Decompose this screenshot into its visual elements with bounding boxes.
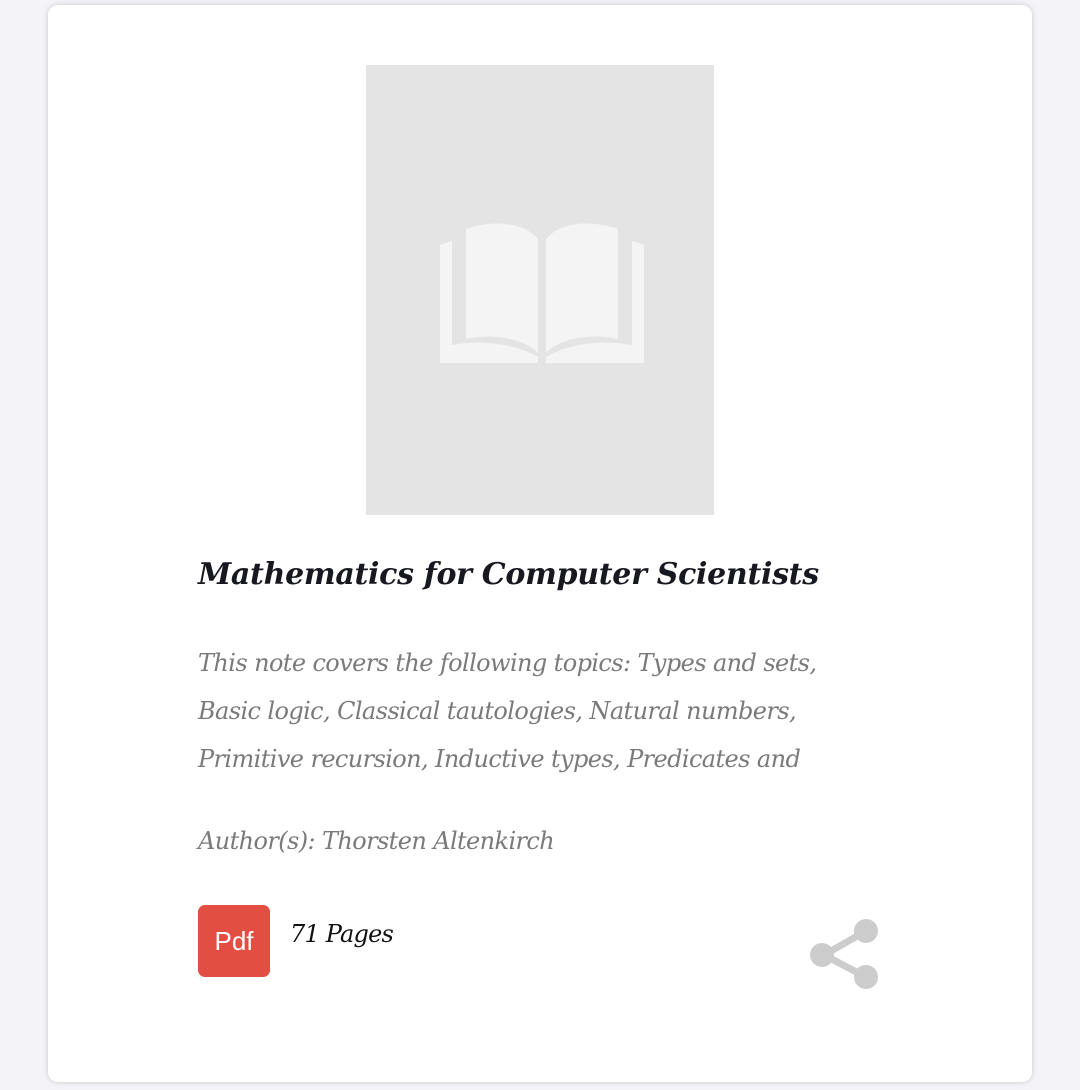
book-card: Mathematics for Computer Scientists This… bbox=[48, 5, 1032, 1082]
book-author: Author(s): Thorsten Altenkirch bbox=[198, 827, 555, 855]
description-line: This note covers the following topics: T… bbox=[198, 649, 817, 677]
description-line: Primitive recursion, Inductive types, Pr… bbox=[198, 745, 801, 773]
page-count: 71 Pages bbox=[290, 920, 394, 948]
open-book-icon bbox=[440, 223, 644, 363]
book-title[interactable]: Mathematics for Computer Scientists bbox=[198, 557, 819, 592]
description-line: Basic logic, Classical tautologies, Natu… bbox=[198, 697, 797, 725]
share-icon[interactable] bbox=[808, 917, 882, 991]
book-description: This note covers the following topics: T… bbox=[198, 639, 898, 783]
book-cover-placeholder[interactable] bbox=[366, 65, 714, 515]
pdf-icon[interactable]: Pdf bbox=[198, 905, 270, 977]
